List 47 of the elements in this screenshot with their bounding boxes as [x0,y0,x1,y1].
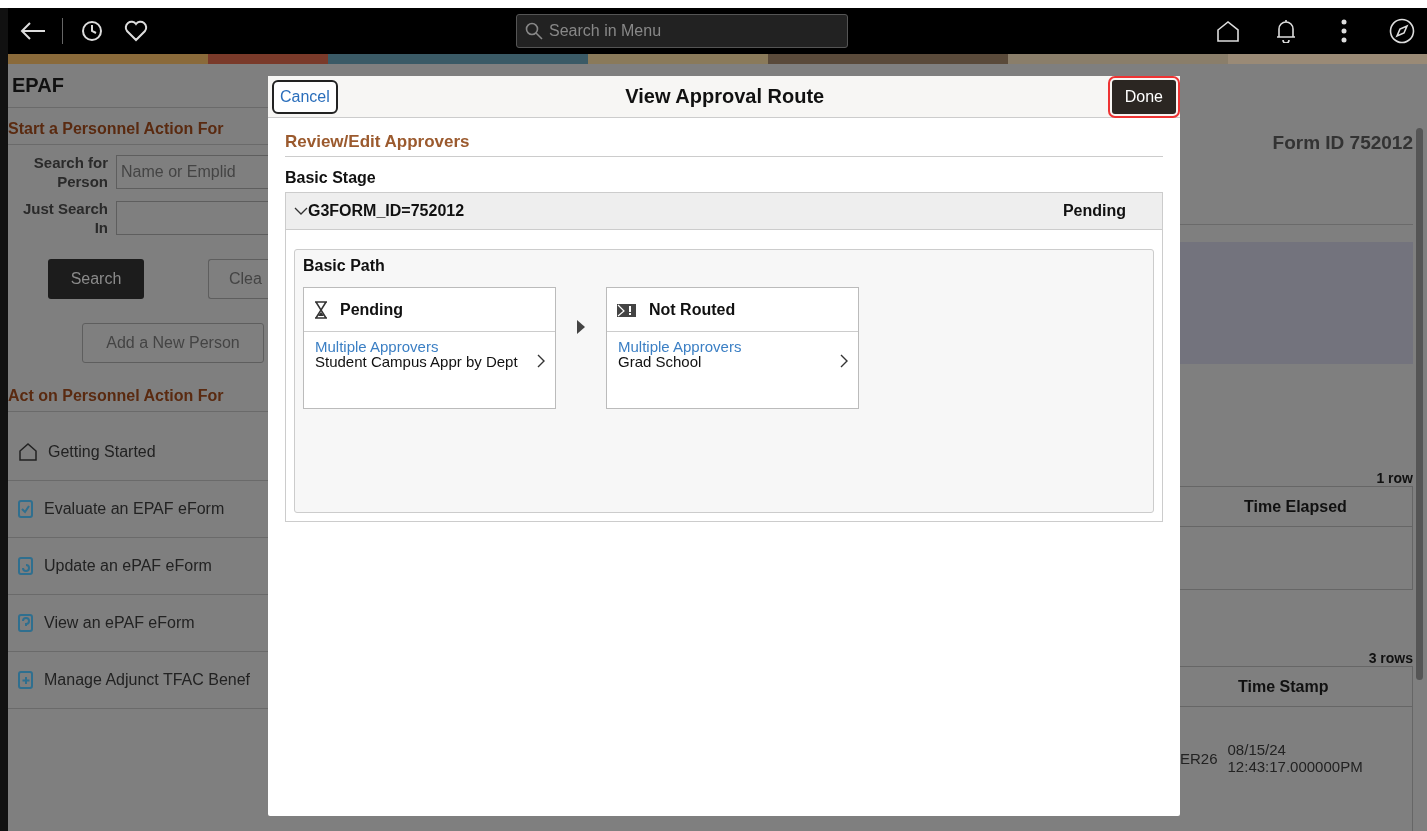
row-count: 1 row [1375,470,1413,486]
chevron-icon [294,206,308,216]
form-id: Form ID 752012 [1180,132,1413,225]
step-status: Not Routed [649,300,736,319]
input-field[interactable]: Name or Emplid [116,155,268,189]
column-header: Time Stamp [1180,667,1412,707]
cancel-button[interactable]: Cancel [272,79,338,114]
stage-header[interactable]: G3FORM_ID=752012 Pending [286,193,1162,230]
add-person-button[interactable]: Add a New Person [82,323,264,363]
search-field[interactable]: Search in Menu [516,14,848,48]
column-header: Time Elapsed [1180,487,1412,527]
menu-item-label: Getting Started [48,443,156,461]
step-status: Pending [340,300,404,319]
menu-item-label: Update an ePAF eForm [44,557,212,575]
menu-item-label: Manage Adjunct TFAC Benef [44,671,251,689]
path-title: Basic Path [303,257,386,275]
chevron-right-icon[interactable] [537,354,545,368]
plus-document-icon [18,671,34,689]
section-heading: Act on Personnel Action For [8,387,268,412]
stage-label: Basic Stage [285,169,377,187]
search-button[interactable]: Search [48,259,144,299]
field-label: Just Search In [21,199,108,237]
scrollbar[interactable] [1416,128,1423,680]
home-icon [18,443,38,461]
compass-icon[interactable] [1387,16,1417,46]
step-detail: Student Campus Appr by Dept [315,354,519,369]
input-field[interactable] [116,201,268,235]
table-cell: ER26 [1180,749,1218,767]
question-document-icon [18,614,34,632]
step-detail: Grad School [618,354,702,369]
chevron-right-icon[interactable] [840,354,848,368]
menu-item-label: Evaluate an EPAF eForm [44,500,225,518]
mail-alert-icon [617,301,637,318]
section-heading: Start a Personnel Action For [8,120,268,145]
hourglass-icon [314,300,328,319]
stage-id: G3FORM_ID=752012 [308,202,465,220]
search-icon [525,22,543,40]
stage-status: Pending [1062,202,1126,220]
row-count: 3 rows [1367,650,1413,666]
field-label: Search for Person [32,153,108,191]
menu-item-label: View an ePAF eForm [44,614,195,632]
dialog-title: View Approval Route [625,85,825,108]
section-heading: Review/Edit Approvers [285,132,1163,157]
checked-document-icon [18,500,34,518]
refresh-document-icon [18,557,34,575]
table-cell: 08/15/24 12:43:17.000000PM [1227,741,1363,775]
arrow-icon [577,320,585,334]
